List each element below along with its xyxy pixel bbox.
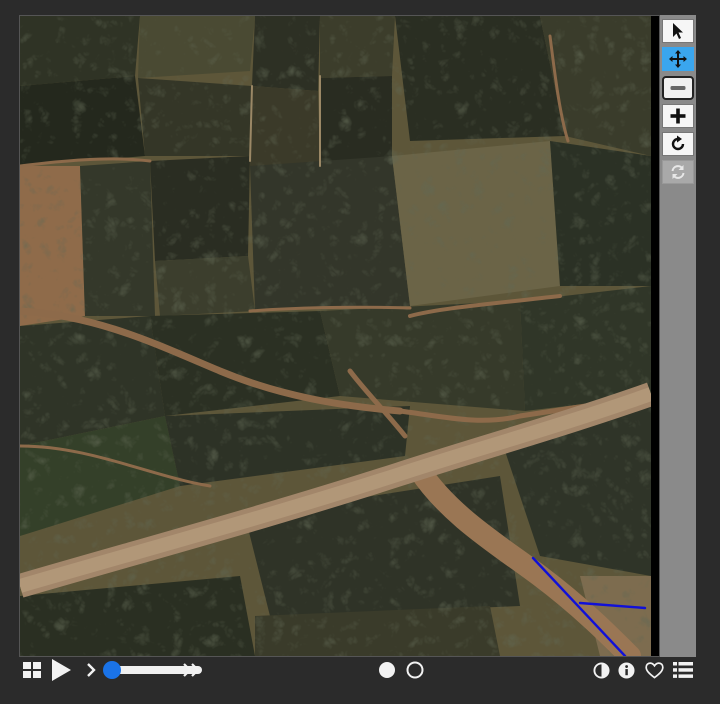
rotate-clockwise-icon xyxy=(671,135,685,151)
frame-slider-thumb[interactable] xyxy=(103,661,121,679)
play-button[interactable] xyxy=(49,657,73,683)
image-viewport[interactable] xyxy=(19,15,660,657)
favorite-button[interactable] xyxy=(643,657,665,683)
info-icon xyxy=(617,661,635,679)
filled-dot-button[interactable] xyxy=(377,657,397,683)
pan-tool-button[interactable] xyxy=(662,47,694,71)
double-chevron-right-icon xyxy=(183,663,200,677)
contrast-button[interactable] xyxy=(591,657,611,683)
list-icon xyxy=(673,662,693,678)
zoom-in-button[interactable] xyxy=(662,104,694,128)
heart-icon xyxy=(644,661,664,679)
rotate-button[interactable] xyxy=(662,132,694,156)
playback-bar xyxy=(19,657,698,687)
refresh-button[interactable] xyxy=(662,160,694,184)
refresh-icon xyxy=(671,165,685,179)
grid-view-button[interactable] xyxy=(21,657,43,683)
select-tool-button[interactable] xyxy=(662,19,694,43)
zoom-out-button[interactable] xyxy=(662,76,694,100)
fast-forward-button[interactable] xyxy=(182,657,202,683)
info-button[interactable] xyxy=(616,657,636,683)
cursor-arrow-icon xyxy=(673,23,683,39)
grid-icon xyxy=(23,662,41,678)
chevron-right-icon xyxy=(86,663,96,677)
step-forward-button[interactable] xyxy=(85,657,97,683)
empty-dot-button[interactable] xyxy=(405,657,425,683)
minus-icon xyxy=(670,86,686,90)
move-arrows-icon xyxy=(669,50,687,68)
satellite-image[interactable] xyxy=(20,16,651,656)
image-viewer-app xyxy=(0,0,720,704)
empty-circle-icon xyxy=(406,661,424,679)
list-button[interactable] xyxy=(672,657,694,683)
plus-icon xyxy=(670,108,686,124)
filled-circle-icon xyxy=(379,662,395,678)
play-icon xyxy=(52,659,71,681)
contrast-icon xyxy=(592,661,610,679)
tool-panel xyxy=(660,15,696,657)
